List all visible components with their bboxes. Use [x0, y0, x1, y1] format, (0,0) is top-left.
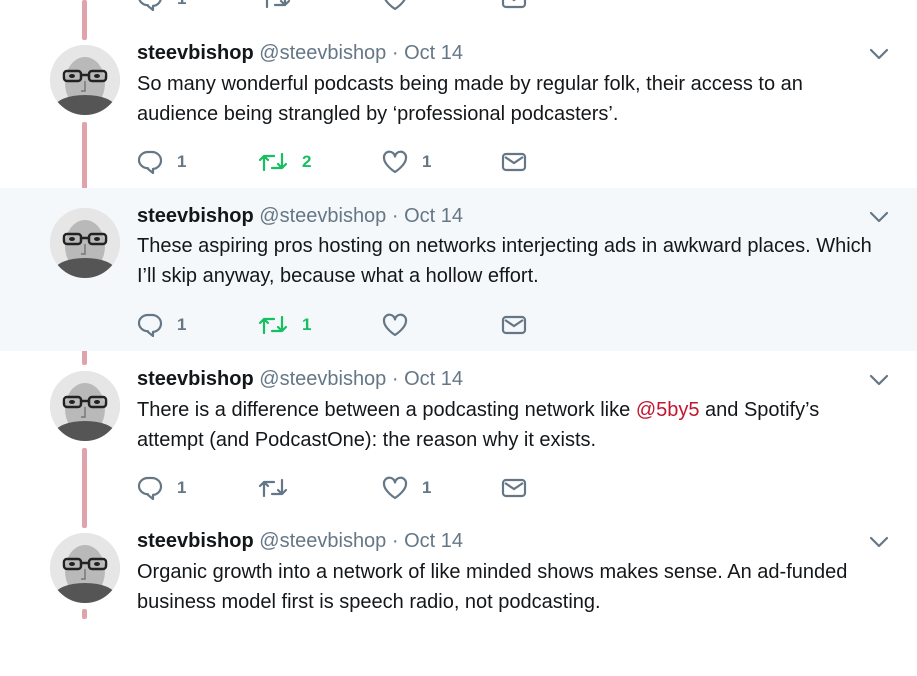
- tweet-date[interactable]: Oct 14: [404, 530, 463, 552]
- more-options-button[interactable]: [868, 206, 890, 228]
- tweet[interactable]: steevbishop @steevbishop · Oct 14 So man…: [0, 25, 917, 188]
- retweet-button[interactable]: 2: [258, 147, 311, 177]
- tweet-header: steevbishop @steevbishop · Oct 14: [137, 205, 464, 227]
- display-name[interactable]: steevbishop: [137, 530, 254, 552]
- tweet-text: So many wonderful podcasts being made by…: [137, 73, 803, 125]
- like-button[interactable]: [382, 0, 408, 14]
- more-options-button[interactable]: [868, 531, 890, 553]
- reply-count: 1: [177, 152, 187, 171]
- tweet-date[interactable]: Oct 14: [404, 368, 463, 390]
- avatar-face-icon: [50, 533, 120, 603]
- retweet-icon: [258, 478, 288, 498]
- user-handle[interactable]: @steevbishop: [259, 368, 386, 390]
- retweet-count: 1: [302, 315, 312, 334]
- reply-count: 1: [177, 478, 187, 497]
- like-count: 1: [422, 152, 432, 171]
- tweet-date[interactable]: Oct 14: [404, 42, 463, 64]
- avatar[interactable]: [50, 45, 120, 115]
- reply-count: 1: [177, 315, 187, 334]
- reply-button[interactable]: 1: [137, 0, 186, 14]
- reply-button[interactable]: 1: [137, 310, 186, 340]
- heart-icon: [382, 476, 408, 500]
- mention-link[interactable]: @5by5: [636, 399, 700, 421]
- more-options-button[interactable]: [868, 43, 890, 65]
- retweet-button[interactable]: [261, 0, 291, 14]
- display-name[interactable]: steevbishop: [137, 205, 254, 227]
- envelope-icon: [501, 0, 527, 9]
- retweet-button[interactable]: 1: [258, 310, 311, 340]
- tweet-header: steevbishop @steevbishop · Oct 14: [137, 530, 464, 552]
- user-handle[interactable]: @steevbishop: [259, 530, 386, 552]
- avatar-face-icon: [50, 208, 120, 278]
- chevron-down-icon: [869, 536, 889, 548]
- like-button[interactable]: 1: [382, 147, 431, 177]
- user-handle[interactable]: @steevbishop: [259, 42, 386, 64]
- avatar-face-icon: [50, 371, 120, 441]
- retweet-icon: [265, 0, 291, 9]
- avatar[interactable]: [50, 208, 120, 278]
- avatar[interactable]: [50, 371, 120, 441]
- more-options-button[interactable]: [868, 369, 890, 391]
- tweet[interactable]: steevbishop @steevbishop · Oct 14 These …: [0, 188, 917, 351]
- chevron-down-icon: [869, 211, 889, 223]
- display-name[interactable]: steevbishop: [137, 368, 254, 390]
- reply-button[interactable]: 1: [137, 147, 186, 177]
- reply-icon: [137, 313, 163, 337]
- heart-icon: [384, 0, 406, 11]
- tweet[interactable]: steevbishop @steevbishop · Oct 14 Organi…: [0, 513, 917, 676]
- reply-icon: [137, 150, 163, 174]
- user-handle[interactable]: @steevbishop: [259, 205, 386, 227]
- reply-button[interactable]: 1: [137, 473, 186, 503]
- retweet-button[interactable]: [258, 473, 302, 503]
- avatar-face-icon: [50, 45, 120, 115]
- like-button[interactable]: [382, 310, 422, 340]
- envelope-icon: [501, 478, 527, 498]
- retweet-icon: [258, 315, 288, 335]
- tweet-header: steevbishop @steevbishop · Oct 14: [137, 368, 464, 390]
- message-button[interactable]: [501, 147, 527, 177]
- like-count: 1: [422, 478, 432, 497]
- like-button[interactable]: 1: [382, 473, 431, 503]
- message-button[interactable]: [501, 0, 527, 14]
- chevron-down-icon: [869, 48, 889, 60]
- avatar[interactable]: [50, 533, 120, 603]
- envelope-icon: [501, 152, 527, 172]
- tweet-header: steevbishop @steevbishop · Oct 14: [137, 42, 464, 64]
- chevron-down-icon: [869, 374, 889, 386]
- tweet-date[interactable]: Oct 14: [404, 205, 463, 227]
- display-name[interactable]: steevbishop: [137, 42, 254, 64]
- retweet-icon: [258, 152, 288, 172]
- tweet-text: There is a difference between a podcasti…: [137, 399, 820, 451]
- tweet[interactable]: steevbishop @steevbishop · Oct 14 There …: [0, 351, 917, 514]
- heart-icon: [382, 313, 408, 337]
- retweet-count: 2: [302, 152, 312, 171]
- tweet-text: Organic growth into a network of like mi…: [137, 561, 848, 613]
- message-button[interactable]: [501, 310, 527, 340]
- reply-count: 1: [177, 0, 186, 9]
- envelope-icon: [501, 315, 527, 335]
- heart-icon: [382, 150, 408, 174]
- message-button[interactable]: [501, 473, 527, 503]
- reply-icon: [138, 0, 162, 11]
- reply-icon: [137, 476, 163, 500]
- tweet-text: These aspiring pros hosting on networks …: [137, 235, 872, 287]
